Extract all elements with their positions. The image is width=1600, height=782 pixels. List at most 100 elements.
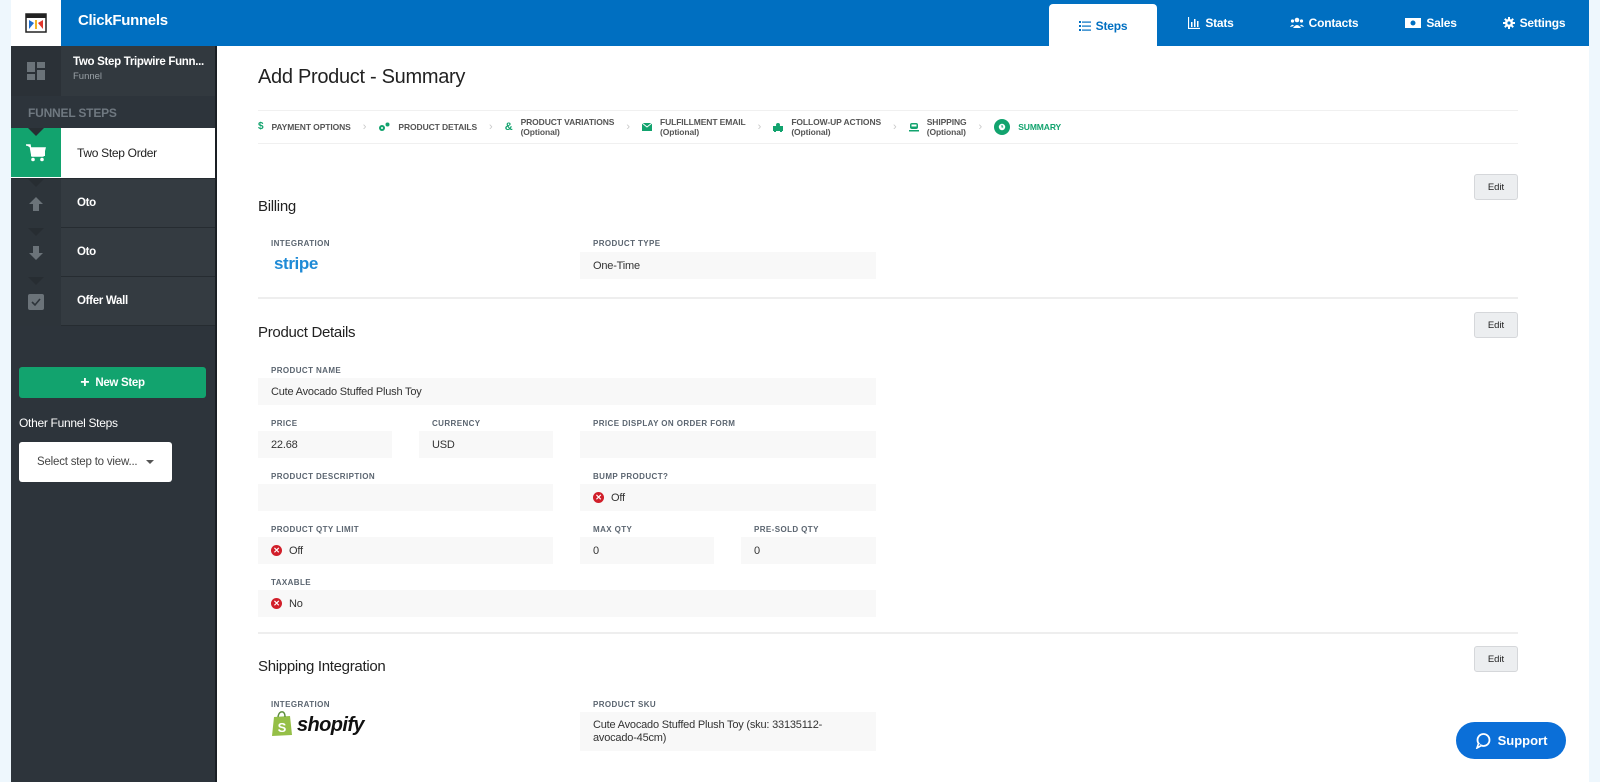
dollar-icon: $ (258, 121, 264, 132)
max-qty-text: 0 (593, 544, 599, 557)
wizard-step-optional: (Optional) (520, 127, 560, 137)
logo[interactable] (11, 0, 61, 46)
pre-sold-qty-label: PRE-SOLD QTY (754, 525, 819, 534)
wizard-step-payment-options[interactable]: $ PAYMENT OPTIONS (258, 121, 351, 133)
wizard-step-optional: (Optional) (926, 127, 966, 137)
page-title: Add Product - Summary (258, 66, 466, 88)
shipping-title: Shipping Integration (258, 658, 386, 675)
top-navbar: ClickFunnels Steps Stats Contacts Sales … (11, 0, 1589, 46)
main-nav: Steps Stats Contacts Sales Settings (1049, 0, 1589, 46)
funnel-header[interactable]: Two Step Tripwire Funn... Funnel (11, 46, 215, 96)
wizard-step-label: FULFILLMENT EMAIL (659, 117, 746, 127)
stripe-logo: stripe (274, 254, 318, 273)
section-divider (258, 297, 1518, 299)
taxable-text: No (289, 597, 303, 610)
shipping-integration-label: INTEGRATION (271, 700, 330, 709)
wizard-step-shipping[interactable]: SHIPPING (Optional) (908, 117, 967, 137)
taxable-label: TAXABLE (271, 578, 311, 587)
currency-value: USD (419, 431, 553, 458)
nav-tab-settings[interactable]: Settings (1479, 0, 1589, 46)
product-name-value: Cute Avocado Stuffed Plush Toy (258, 378, 876, 405)
nav-tab-contacts[interactable]: Contacts (1265, 0, 1383, 46)
svg-text:S: S (278, 720, 287, 735)
caret-down-icon (146, 460, 154, 464)
chat-bubble-icon (1475, 732, 1490, 749)
shipping-edit-button[interactable]: Edit (1474, 646, 1518, 672)
other-funnel-steps-label: Other Funnel Steps (19, 416, 118, 430)
chevron-right-icon: › (489, 121, 493, 133)
product-details-title: Product Details (258, 324, 356, 341)
wizard-step-summary[interactable]: SUMMARY (994, 119, 1061, 135)
product-name-label: PRODUCT NAME (271, 366, 342, 375)
arrow-up-icon (11, 179, 61, 228)
product-description-label: PRODUCT DESCRIPTION (271, 472, 376, 481)
product-qty-limit-value: ✕ Off (258, 537, 553, 564)
wizard-step-label: SHIPPING (926, 117, 967, 127)
support-label: Support (1497, 733, 1548, 748)
gears-icon (379, 122, 390, 131)
brand-name: ClickFunnels (78, 12, 168, 29)
nav-tab-steps[interactable]: Steps (1049, 4, 1157, 46)
funnel-steps-heading: FUNNEL STEPS (28, 106, 117, 120)
sidebar-step-oto-1[interactable]: Oto (11, 179, 215, 228)
support-button[interactable]: Support (1456, 722, 1566, 759)
plus-icon: + (80, 373, 90, 391)
pre-sold-qty-value: 0 (741, 537, 876, 564)
sidebar-step-two-step-order[interactable]: Two Step Order (11, 128, 215, 179)
product-sku-value: Cute Avocado Stuffed Plush Toy (sku: 331… (580, 712, 876, 751)
currency-text: USD (432, 438, 455, 451)
envelope-icon (641, 122, 652, 131)
product-type-label: PRODUCT TYPE (593, 239, 661, 248)
x-circle-icon: ✕ (593, 492, 604, 503)
wizard-step-label: PRODUCT VARIATIONS (520, 117, 615, 127)
users-icon (1289, 17, 1304, 28)
funnel-name: Two Step Tripwire Funn... (73, 56, 204, 68)
sidebar-step-label: Two Step Order (77, 146, 157, 160)
x-circle-icon: ✕ (271, 598, 282, 609)
price-display-label: PRICE DISPLAY ON ORDER FORM (593, 419, 736, 428)
wizard-step-product-details[interactable]: PRODUCT DETAILS (378, 122, 477, 132)
wizard-step-label: SUMMARY (1018, 122, 1062, 132)
price-label: PRICE (271, 419, 298, 428)
sidebar-step-label: Oto (77, 197, 96, 209)
app-window: ClickFunnels Steps Stats Contacts Sales … (11, 0, 1589, 782)
price-text: 22.68 (271, 438, 298, 451)
bar-chart-icon (1188, 17, 1201, 29)
chevron-right-icon: › (362, 121, 367, 133)
chevron-right-icon: › (978, 121, 983, 133)
other-steps-select[interactable]: Select step to view... (19, 442, 172, 482)
wizard-step-follow-up-actions[interactable]: FOLLOW-UP ACTIONS (Optional) (773, 117, 881, 137)
shopify-bag-icon: S (272, 711, 292, 736)
clock-icon (994, 119, 1011, 135)
nav-tab-stats[interactable]: Stats (1157, 0, 1265, 46)
wizard-step-label: FOLLOW-UP ACTIONS (791, 117, 882, 127)
billing-title: Billing (258, 198, 296, 215)
bump-product-text: Off (611, 491, 625, 504)
nav-tab-label: Settings (1519, 16, 1566, 30)
nav-tab-label: Contacts (1308, 16, 1359, 30)
wizard-step-fulfillment-email[interactable]: FULFILLMENT EMAIL (Optional) (641, 117, 746, 137)
chevron-right-icon: › (626, 121, 630, 133)
wizard-step-optional: (Optional) (791, 127, 831, 137)
product-details-edit-button[interactable]: Edit (1474, 312, 1518, 338)
money-icon (1405, 18, 1422, 28)
wizard-step-optional: (Optional) (659, 127, 700, 137)
product-sku-label: PRODUCT SKU (593, 700, 657, 709)
wizard-step-product-variations[interactable]: & PRODUCT VARIATIONS (Optional) (505, 117, 615, 137)
nav-tab-label: Steps (1095, 19, 1128, 33)
nav-tab-sales[interactable]: Sales (1383, 0, 1479, 46)
chevron-right-icon: › (757, 121, 762, 133)
new-step-button[interactable]: + New Step (19, 367, 206, 398)
ampersand-icon: & (504, 121, 513, 133)
billing-integration-label: INTEGRATION (271, 239, 330, 248)
product-type-value: One-Time (580, 252, 876, 279)
arrow-down-icon (11, 228, 61, 277)
sidebar-step-offer-wall[interactable]: Offer Wall (11, 277, 215, 326)
shopify-logo: S shopify (271, 711, 365, 737)
pre-sold-qty-text: 0 (754, 544, 760, 557)
billing-edit-button[interactable]: Edit (1474, 174, 1518, 200)
price-value: 22.68 (258, 431, 392, 458)
bump-product-label: BUMP PRODUCT? (593, 472, 669, 481)
sidebar-step-oto-2[interactable]: Oto (11, 228, 215, 277)
sidebar: Two Step Tripwire Funn... Funnel FUNNEL … (11, 46, 217, 782)
